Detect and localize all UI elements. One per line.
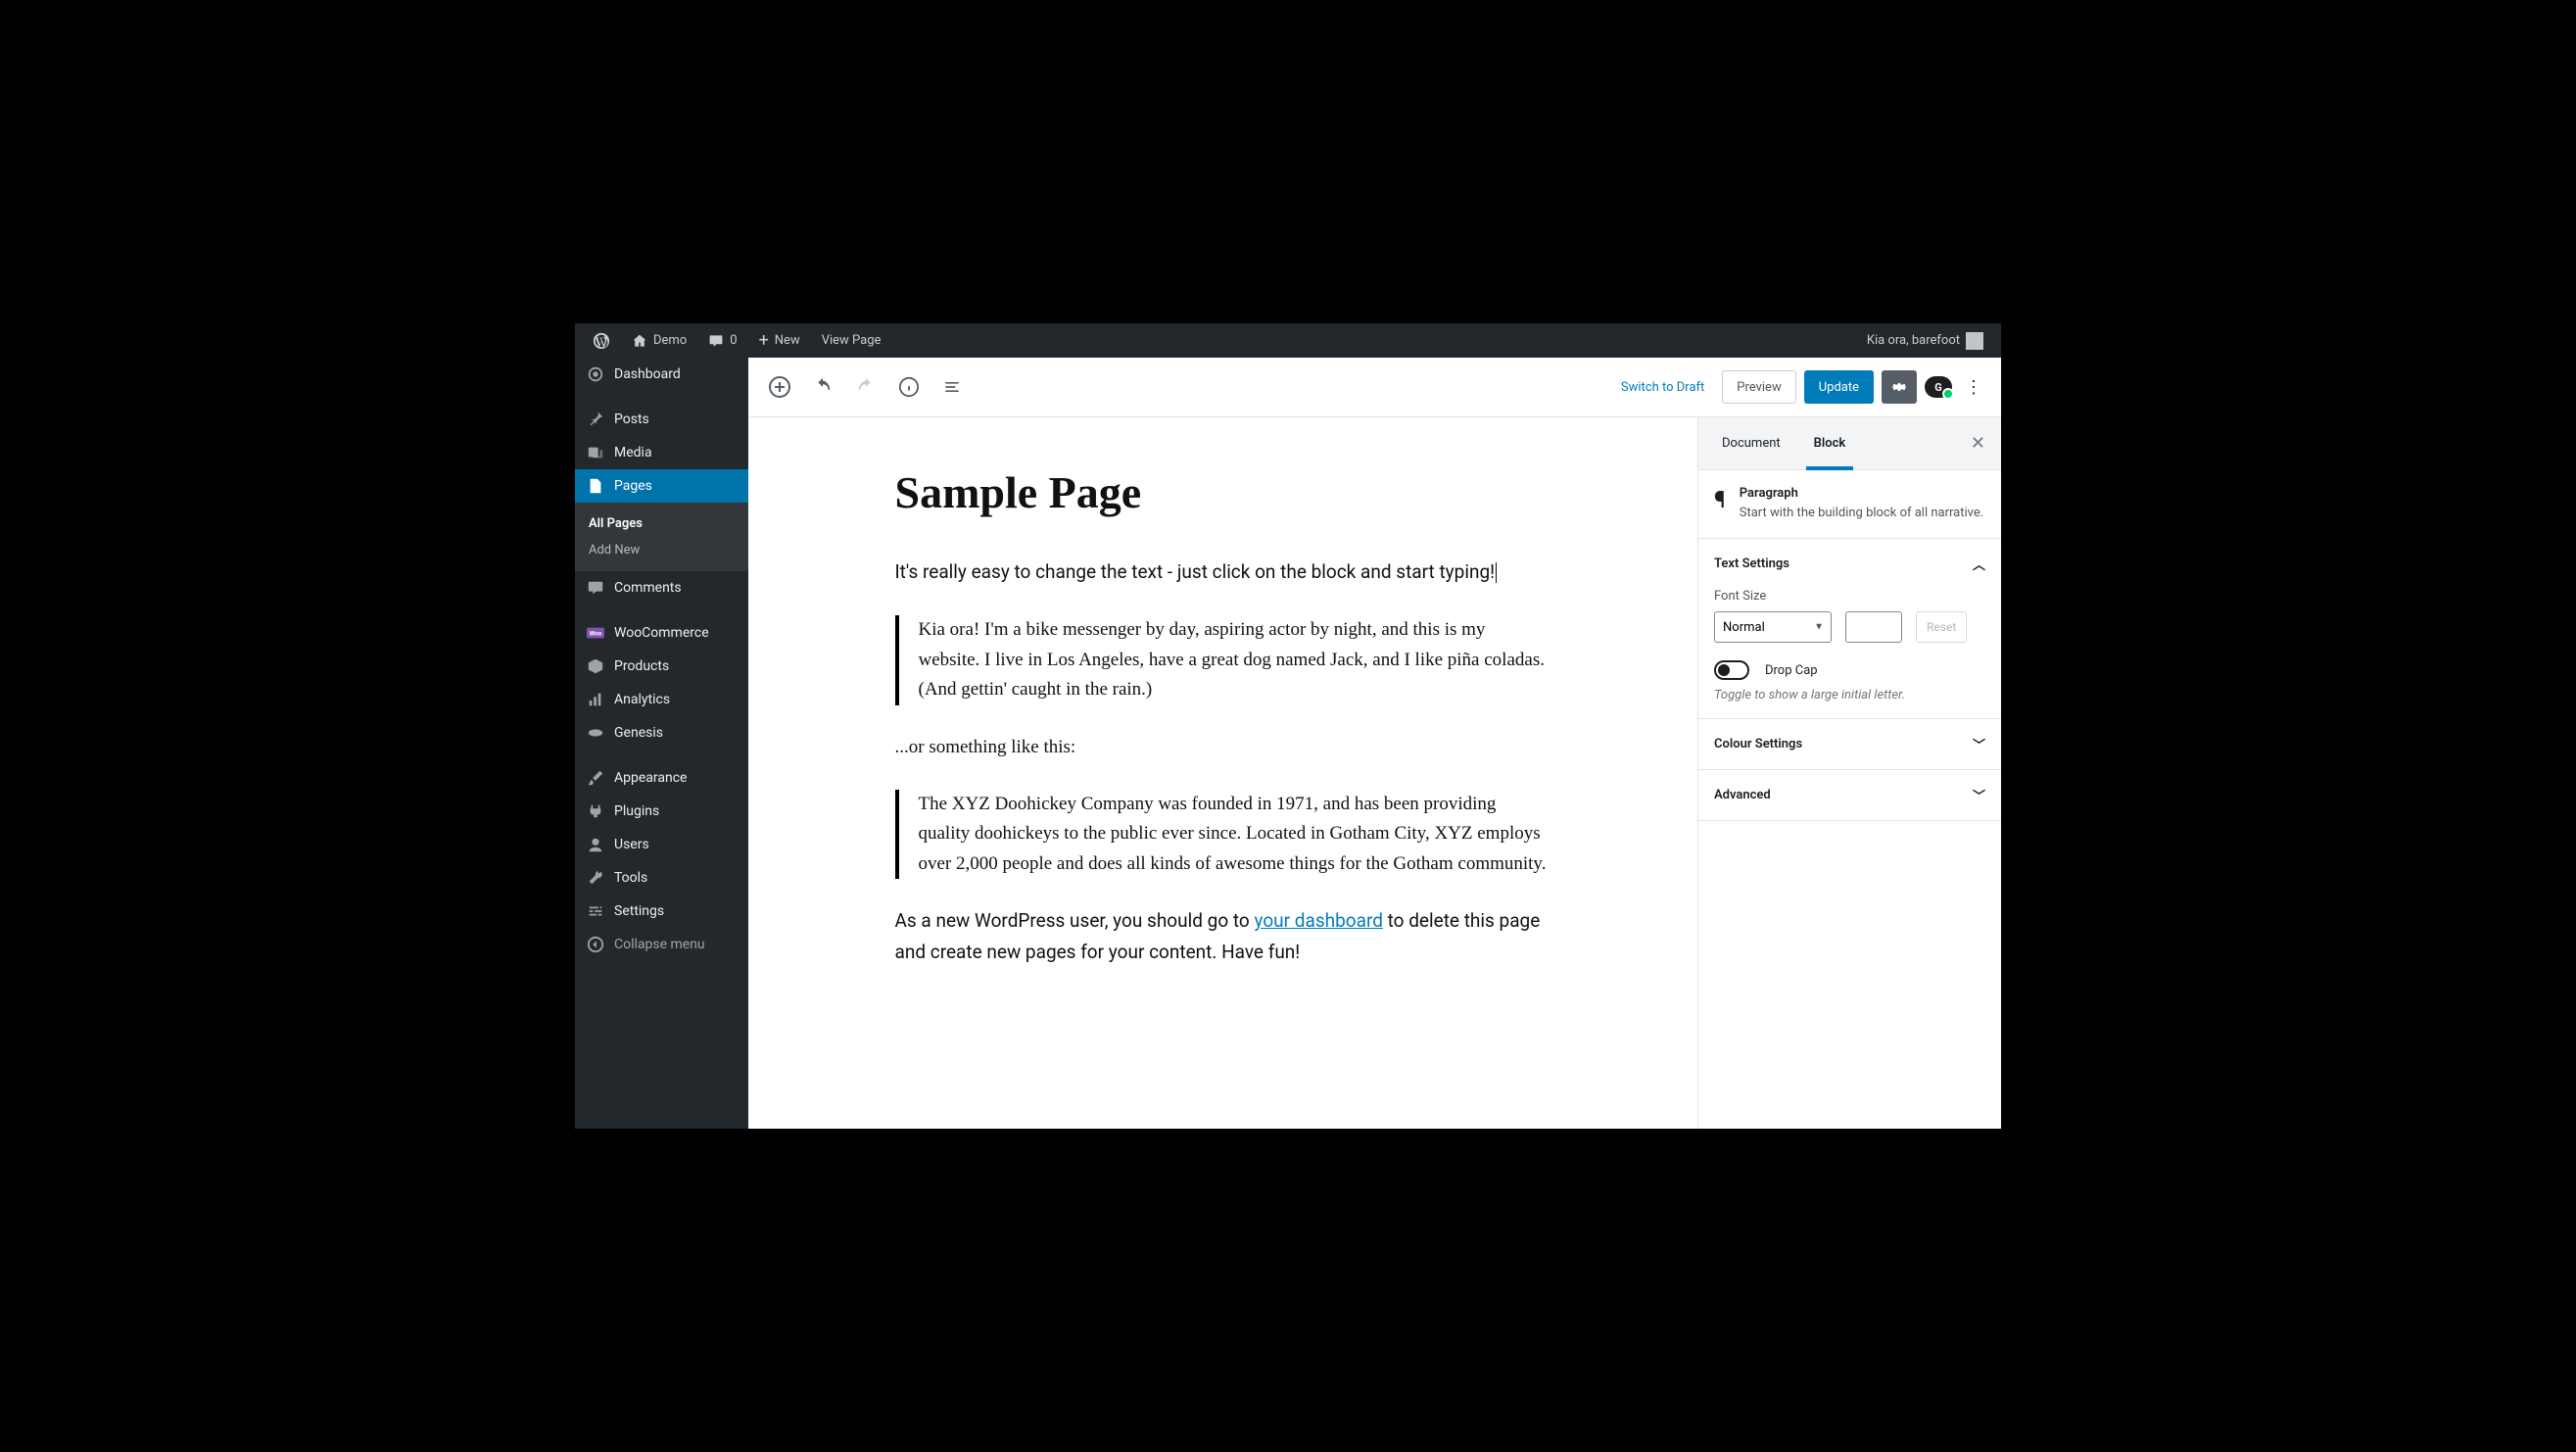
undo-icon bbox=[812, 376, 834, 398]
font-size-number-input[interactable] bbox=[1845, 611, 1902, 643]
editor-canvas[interactable]: Sample Page It's really easy to change t… bbox=[748, 417, 1697, 1129]
new-label: New bbox=[775, 333, 800, 348]
menu-plugins[interactable]: Plugins bbox=[575, 795, 748, 828]
more-menu-button[interactable]: ⋮ bbox=[1960, 377, 1987, 398]
site-home-link[interactable]: Demo bbox=[624, 323, 694, 358]
info-icon bbox=[898, 376, 920, 398]
admin-bar: Demo 0 + New View Page Kia ora, barefoot bbox=[575, 323, 2001, 358]
avatar bbox=[1966, 332, 1983, 350]
submenu-add-new[interactable]: Add New bbox=[575, 537, 748, 563]
quote-block[interactable]: Kia ora! I'm a bike messenger by day, as… bbox=[895, 615, 1551, 704]
paragraph-block[interactable]: ...or something like this: bbox=[895, 733, 1551, 762]
site-name: Demo bbox=[653, 333, 687, 348]
paragraph-block[interactable]: As a new WordPress user, you should go t… bbox=[895, 906, 1551, 968]
drop-cap-label: Drop Cap bbox=[1765, 663, 1818, 678]
colour-settings-toggle[interactable]: Colour Settings ﹀ bbox=[1698, 719, 2001, 769]
block-type-name: Paragraph bbox=[1740, 486, 1983, 501]
drop-cap-toggle[interactable] bbox=[1714, 660, 1749, 680]
menu-settings[interactable]: Settings bbox=[575, 895, 748, 928]
info-button[interactable] bbox=[891, 369, 927, 405]
menu-products[interactable]: Products bbox=[575, 650, 748, 683]
menu-tools[interactable]: Tools bbox=[575, 861, 748, 895]
menu-posts[interactable]: Posts bbox=[575, 403, 748, 436]
settings-sidebar: Document Block ✕ ¶ Paragraph Start with … bbox=[1697, 417, 2001, 1129]
wrench-icon bbox=[587, 869, 604, 887]
comment-icon bbox=[708, 333, 724, 349]
plug-icon bbox=[587, 802, 604, 820]
jetpack-badge[interactable]: G bbox=[1925, 376, 1952, 398]
close-settings-button[interactable]: ✕ bbox=[1971, 433, 1985, 454]
tab-document[interactable]: Document bbox=[1714, 417, 1789, 469]
redo-icon bbox=[855, 376, 877, 398]
view-page-link[interactable]: View Page bbox=[814, 323, 889, 358]
menu-pages[interactable]: Pages bbox=[575, 469, 748, 503]
editor-toolbar: Switch to Draft Preview Update G ⋮ bbox=[748, 358, 2001, 417]
font-size-reset-button[interactable]: Reset bbox=[1916, 611, 1967, 643]
text-settings-toggle[interactable]: Text Settings ︿ bbox=[1698, 539, 2001, 589]
switch-to-draft-button[interactable]: Switch to Draft bbox=[1611, 380, 1714, 395]
menu-genesis[interactable]: Genesis bbox=[575, 716, 748, 750]
pages-submenu: All Pages Add New bbox=[575, 503, 748, 571]
undo-button[interactable] bbox=[805, 369, 840, 405]
menu-analytics[interactable]: Analytics bbox=[575, 683, 748, 716]
redo-button bbox=[848, 369, 883, 405]
home-icon bbox=[632, 333, 647, 349]
menu-dashboard[interactable]: Dashboard bbox=[575, 358, 748, 391]
menu-media[interactable]: Media bbox=[575, 436, 748, 469]
block-type-description: Start with the building block of all nar… bbox=[1740, 505, 1983, 522]
dashboard-icon bbox=[587, 365, 604, 383]
settings-toggle-button[interactable] bbox=[1882, 370, 1917, 404]
drop-cap-description: Toggle to show a large initial letter. bbox=[1714, 688, 1985, 702]
collapse-icon bbox=[587, 936, 604, 953]
text-cursor bbox=[1496, 562, 1497, 583]
user-icon bbox=[587, 836, 604, 853]
new-content-link[interactable]: + New bbox=[751, 323, 808, 358]
plus-icon: + bbox=[759, 332, 769, 350]
submenu-all-pages[interactable]: All Pages bbox=[575, 510, 748, 537]
update-button[interactable]: Update bbox=[1804, 370, 1874, 404]
tab-block[interactable]: Block bbox=[1806, 417, 1854, 469]
brush-icon bbox=[587, 769, 604, 787]
page-icon bbox=[587, 477, 604, 495]
preview-button[interactable]: Preview bbox=[1722, 370, 1795, 404]
comment-count: 0 bbox=[730, 333, 737, 348]
plus-circle-icon bbox=[768, 375, 791, 399]
sliders-icon bbox=[587, 902, 604, 920]
svg-text:Woo: Woo bbox=[590, 630, 602, 638]
chevron-up-icon: ︿ bbox=[1973, 555, 1985, 573]
wordpress-icon bbox=[593, 332, 610, 350]
comments-icon bbox=[587, 579, 604, 597]
page-title[interactable]: Sample Page bbox=[895, 466, 1551, 518]
woocommerce-icon: Woo bbox=[587, 624, 604, 642]
genesis-icon bbox=[587, 724, 604, 742]
menu-comments[interactable]: Comments bbox=[575, 571, 748, 605]
media-icon bbox=[587, 444, 604, 461]
add-block-button[interactable] bbox=[762, 369, 797, 405]
quote-block[interactable]: The XYZ Doohickey Company was founded in… bbox=[895, 790, 1551, 879]
collapse-menu[interactable]: Collapse menu bbox=[575, 928, 748, 961]
pin-icon bbox=[587, 411, 604, 428]
gear-icon bbox=[1889, 377, 1909, 397]
wp-logo[interactable] bbox=[585, 323, 618, 358]
user-greeting[interactable]: Kia ora, barefoot bbox=[1859, 323, 1991, 358]
outline-button[interactable] bbox=[934, 369, 970, 405]
list-icon bbox=[942, 377, 962, 397]
dashboard-link[interactable]: your dashboard bbox=[1254, 909, 1382, 932]
advanced-toggle[interactable]: Advanced ﹀ bbox=[1698, 770, 2001, 820]
menu-woocommerce[interactable]: Woo WooCommerce bbox=[575, 616, 748, 650]
menu-users[interactable]: Users bbox=[575, 828, 748, 861]
comments-link[interactable]: 0 bbox=[700, 323, 744, 358]
paragraph-block[interactable]: It's really easy to change the text - ju… bbox=[895, 557, 1551, 588]
font-size-select[interactable]: Normal bbox=[1714, 611, 1832, 643]
paragraph-icon: ¶ bbox=[1714, 486, 1726, 522]
menu-appearance[interactable]: Appearance bbox=[575, 761, 748, 795]
chevron-down-icon: ﹀ bbox=[1973, 735, 1985, 753]
products-icon bbox=[587, 657, 604, 675]
chevron-down-icon: ﹀ bbox=[1973, 786, 1985, 804]
analytics-icon bbox=[587, 691, 604, 708]
font-size-label: Font Size bbox=[1714, 589, 1985, 604]
admin-sidebar: Dashboard Posts Media Pages All Pages Ad… bbox=[575, 358, 748, 1129]
